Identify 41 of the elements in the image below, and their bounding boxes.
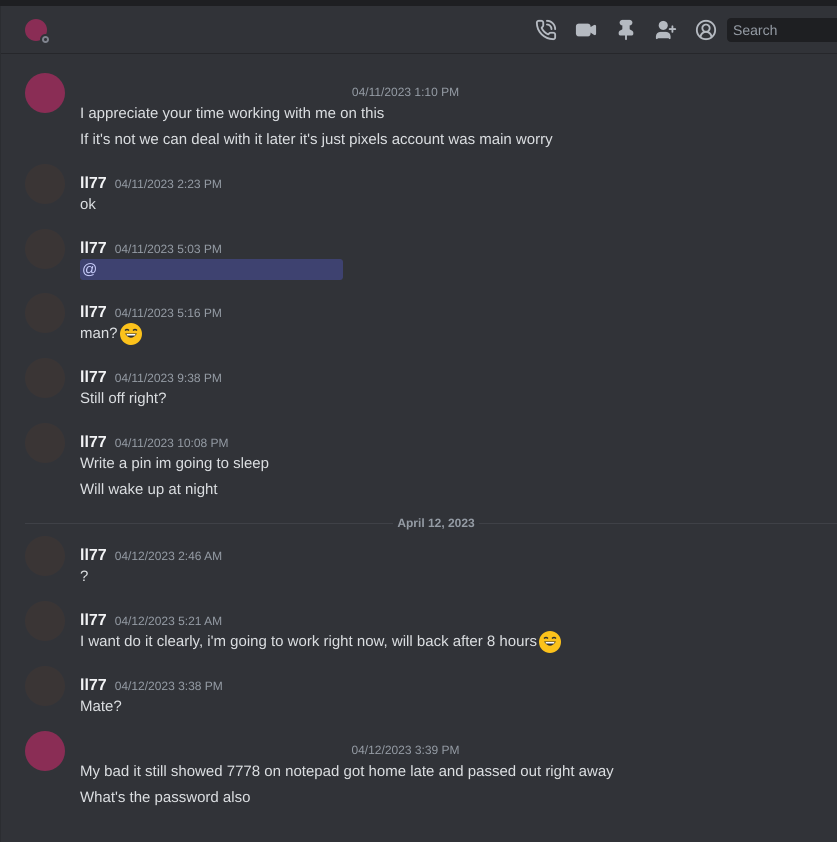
timestamp: 04/11/2023 9:38 PM (114, 370, 222, 387)
message-text: Will wake up at night (80, 480, 218, 500)
username[interactable]: ll77 (80, 544, 107, 568)
grinning-emoji-icon (538, 631, 561, 653)
grinning-emoji-icon (120, 323, 142, 345)
timestamp: 04/12/2023 3:39 PM (351, 742, 460, 759)
timestamp: 04/11/2023 5:16 PM (114, 305, 222, 322)
username[interactable]: ll77 (80, 301, 107, 325)
message-text: Write a pin im going to sleep (80, 454, 269, 474)
user-avatar[interactable] (25, 73, 65, 113)
username[interactable]: ll77 (80, 172, 107, 196)
message-text: What's the password also (80, 788, 250, 808)
message-text: Mate? (80, 696, 122, 717)
user-avatar[interactable] (25, 731, 65, 771)
message-text: Still off right? (80, 388, 166, 409)
timestamp: 04/11/2023 2:23 PM (114, 176, 222, 193)
status-dot (40, 34, 51, 44)
message-text: If it's not we can deal with it later it's just pixels account was main worry (80, 130, 553, 150)
timestamp: 04/11/2023 10:08 PM (114, 435, 229, 452)
timestamp: 04/12/2023 2:46 AM (114, 548, 222, 565)
timestamp: 04/11/2023 1:10 PM (352, 84, 460, 101)
message-text: My bad it still showed 7778 on notepad got home late and passed out right away (80, 762, 614, 782)
user-profile-icon[interactable] (695, 18, 717, 40)
username[interactable]: ll77 (80, 609, 107, 633)
date-divider: April 12, 2023 (396, 515, 476, 532)
timestamp: 04/11/2023 5:03 PM (114, 241, 222, 258)
timestamp: 04/12/2023 3:38 PM (114, 678, 223, 695)
username[interactable]: ll77 (80, 366, 107, 390)
search-field[interactable]: Search (727, 18, 837, 42)
username[interactable]: ll77 (80, 237, 107, 261)
message-text: ok (80, 194, 96, 215)
message-text: I appreciate your time working with me on this (80, 104, 384, 124)
message-text: man? (80, 324, 118, 344)
message-text: ? (80, 566, 88, 587)
timestamp: 04/12/2023 5:21 AM (114, 613, 222, 630)
phone-call-icon[interactable] (535, 18, 557, 40)
mention-highlight[interactable]: @ (80, 259, 343, 280)
add-user-icon[interactable] (655, 18, 677, 40)
username[interactable]: ll77 (80, 674, 107, 698)
message-text: I want do it clearly, i'm going to work right now, will back after 8 hours (80, 632, 537, 652)
username[interactable]: ll77 (80, 431, 107, 455)
